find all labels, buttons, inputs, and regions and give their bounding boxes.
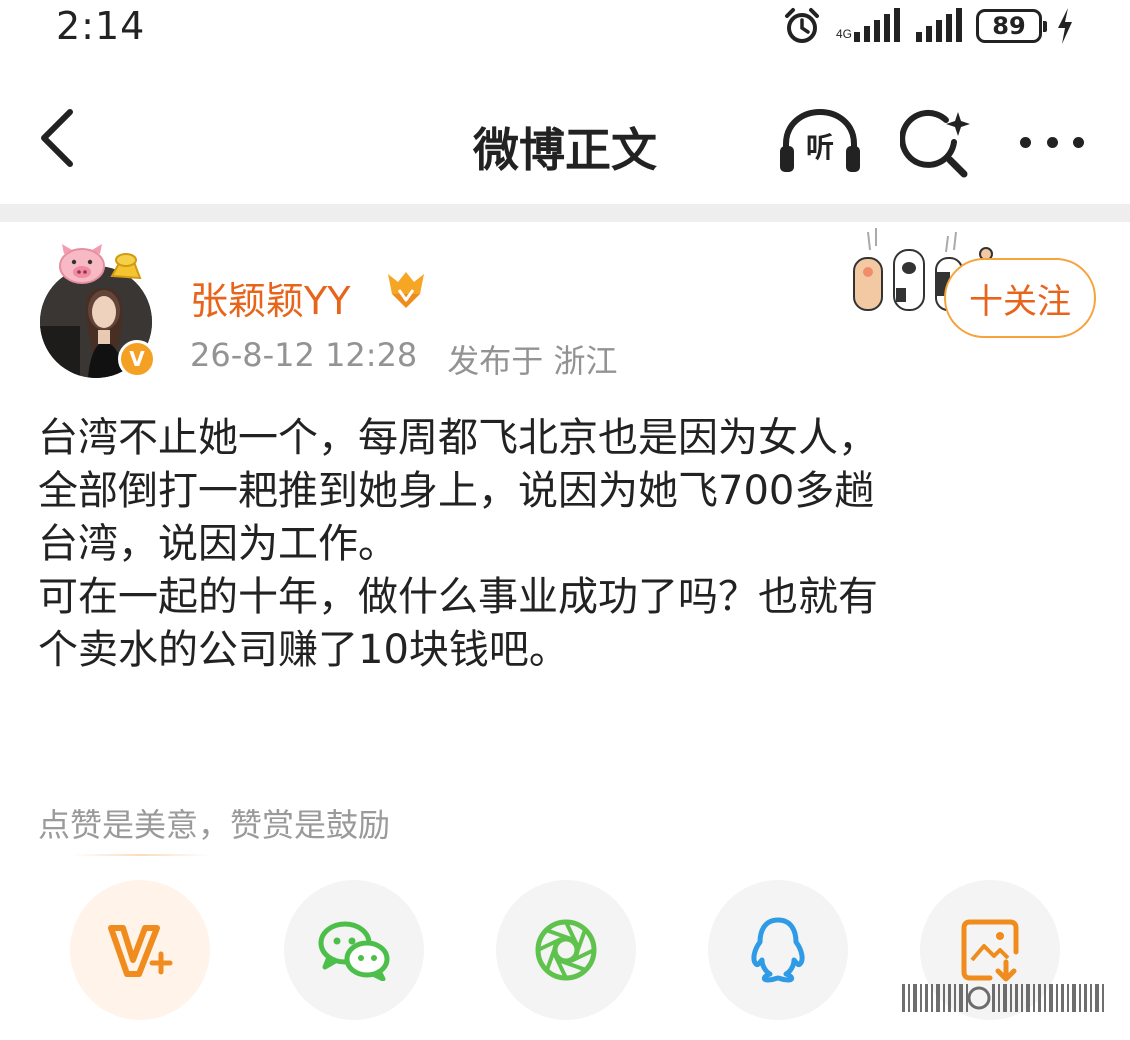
section-divider — [0, 204, 1130, 222]
qq-penguin-icon — [751, 917, 805, 983]
share-wechat-button[interactable] — [284, 880, 424, 1020]
charging-icon — [1058, 8, 1072, 44]
post-text-line: 个卖水的公司赚了10块钱吧。 — [38, 627, 569, 673]
more-dot-icon — [1020, 136, 1031, 148]
signal-strength-icon-2 — [916, 8, 962, 42]
reward-button[interactable] — [70, 880, 210, 1020]
v-plus-reward-icon — [108, 925, 173, 977]
page-title: 微博正文 — [473, 123, 657, 177]
save-image-icon — [961, 919, 1019, 982]
post-text-line: 全部倒打一耙推到她身上，说因为她飞700多趟 — [38, 468, 875, 514]
battery-indicator: 89 — [976, 9, 1047, 43]
search-button[interactable] — [899, 108, 976, 178]
back-button[interactable] — [30, 106, 90, 170]
verified-badge: V — [118, 340, 156, 378]
share-moments-button[interactable] — [496, 880, 636, 1020]
svg-text:4G: 4G — [836, 27, 852, 41]
follow-button[interactable]: 十关注 — [944, 258, 1096, 338]
battery-level: 89 — [992, 12, 1026, 40]
alarm-icon — [785, 8, 819, 43]
share-qq-button[interactable] — [708, 880, 848, 1020]
back-arrow-icon — [41, 109, 73, 167]
post-time: 26-8-12 12:28 — [190, 336, 418, 374]
more-options-button[interactable] — [1012, 114, 1092, 170]
wechat-icon — [318, 921, 390, 981]
post-content: 台湾不止她一个，每周都飞北京也是因为女人， 全部倒打一耙推到她身上，说因为她飞7… — [38, 412, 1108, 677]
author-avatar-group[interactable]: V — [38, 242, 162, 380]
moments-shutter-icon — [535, 919, 597, 981]
author-name[interactable]: 张颖颖YY — [190, 270, 350, 325]
listen-label: 听 — [805, 131, 834, 164]
post-meta: 26-8-12 12:28 发布于 浙江 — [190, 336, 617, 382]
more-dot-icon — [1073, 136, 1084, 148]
status-bar: 2:14 4G 89 — [0, 0, 1130, 60]
post-location: 发布于 浙江 — [447, 342, 618, 380]
nav-bar: 微博正文 听 — [0, 70, 1130, 204]
post-text-line: 台湾不止她一个，每周都飞北京也是因为女人， — [38, 415, 878, 461]
hint-divider — [72, 854, 210, 856]
post-text-line: 台湾，说因为工作。 — [38, 521, 398, 567]
post-text-line: 可在一起的十年，做什么事业成功了吗？也就有 — [38, 574, 878, 620]
more-dot-icon — [1046, 136, 1058, 148]
status-icons: 4G 89 — [782, 6, 1074, 46]
listen-button[interactable]: 听 — [778, 108, 862, 176]
search-sparkle-icon — [899, 109, 970, 178]
pig-decoration-icon — [59, 244, 142, 284]
fan-rank-badge-icon — [388, 272, 424, 308]
signal-strength-icon-1: 4G — [836, 8, 900, 42]
barcode-watermark-icon — [902, 984, 1104, 1012]
reward-hint: 点赞是美意，赞赏是鼓励 — [38, 806, 391, 844]
status-time: 2:14 — [56, 4, 146, 48]
